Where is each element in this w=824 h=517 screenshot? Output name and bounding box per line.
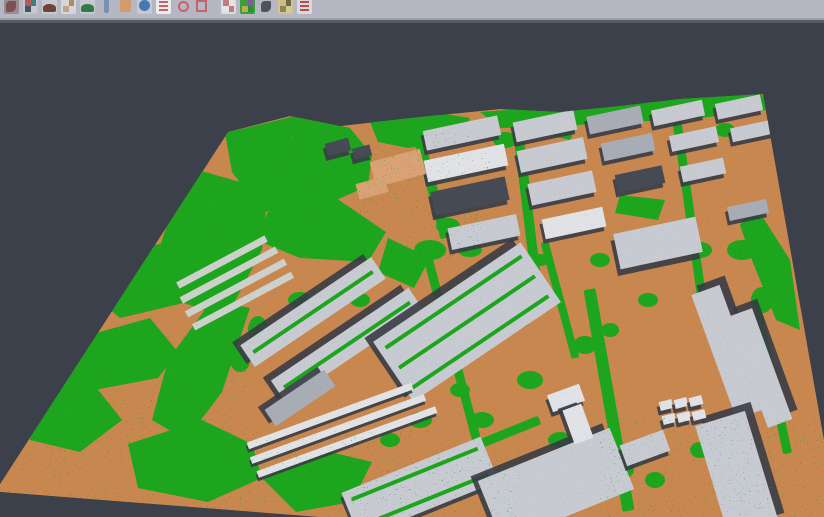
open-cloud-icon[interactable] xyxy=(4,0,19,14)
camera-capture-icon[interactable] xyxy=(259,0,274,14)
application-window xyxy=(0,0,824,517)
crate-box-icon[interactable] xyxy=(278,0,293,14)
fit-selection-brackets-icon[interactable] xyxy=(194,0,209,14)
toolbar xyxy=(0,0,824,18)
level-tool-icon[interactable] xyxy=(99,0,114,14)
red-bars-tool-icon[interactable] xyxy=(297,0,312,14)
classification-colors-icon[interactable] xyxy=(240,0,255,14)
bounding-box-icon[interactable] xyxy=(118,0,133,14)
checker-filter-icon[interactable] xyxy=(221,0,236,14)
terrain-brown-icon[interactable] xyxy=(42,0,57,14)
point-cloud-render xyxy=(0,23,824,517)
pick-point-icon[interactable] xyxy=(23,0,38,14)
ring-target-icon[interactable] xyxy=(175,0,190,14)
viewport-3d[interactable] xyxy=(0,23,824,517)
point-cloud-dots-icon[interactable] xyxy=(61,0,76,14)
globe-orientation-icon[interactable] xyxy=(137,0,152,14)
scalar-field-list-icon[interactable] xyxy=(156,0,171,14)
terrain-green-icon[interactable] xyxy=(80,0,95,14)
